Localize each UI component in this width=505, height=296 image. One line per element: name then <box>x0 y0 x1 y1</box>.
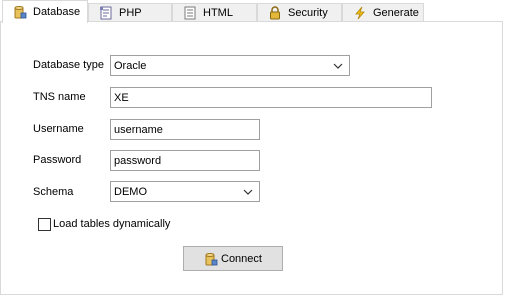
database-icon <box>204 252 218 266</box>
html-icon <box>183 6 197 20</box>
db-type-select[interactable]: Oracle <box>110 55 350 76</box>
tab-security-label: Security <box>288 7 328 19</box>
username-value: username <box>114 123 163 136</box>
tab-generate[interactable]: Generate <box>342 3 424 22</box>
connect-button-label: Connect <box>221 252 262 265</box>
tab-database-label: Database <box>33 6 81 18</box>
schema-select[interactable]: DEMO <box>110 181 260 202</box>
db-type-label: Database type <box>33 59 104 71</box>
database-icon <box>13 5 27 19</box>
tab-html[interactable]: HTML <box>172 3 257 22</box>
password-value: password <box>114 154 162 167</box>
tab-security[interactable]: Security <box>257 3 342 22</box>
connect-button[interactable]: Connect <box>183 246 283 271</box>
username-input[interactable]: username <box>110 119 260 140</box>
username-label: Username <box>33 123 84 135</box>
tns-label: TNS name <box>33 91 86 103</box>
tab-php-label: PHP <box>119 7 142 19</box>
chevron-down-icon <box>333 61 343 71</box>
tns-input[interactable]: XE <box>110 87 432 108</box>
load-tables-label: Load tables dynamically <box>53 218 171 230</box>
php-icon <box>99 6 113 20</box>
load-tables-checkbox[interactable] <box>38 218 51 231</box>
schema-value: DEMO <box>114 185 147 198</box>
tab-generate-label: Generate <box>373 7 419 19</box>
tab-php[interactable]: PHP <box>88 3 172 22</box>
db-type-value: Oracle <box>114 59 147 72</box>
password-input[interactable]: password <box>110 150 260 171</box>
lightning-icon <box>353 6 367 20</box>
tns-value: XE <box>114 91 129 104</box>
password-label: Password <box>33 154 82 166</box>
schema-label: Schema <box>33 186 74 198</box>
tab-html-label: HTML <box>203 7 233 19</box>
lock-icon <box>268 6 282 20</box>
chevron-down-icon <box>243 187 253 197</box>
tab-database[interactable]: Database <box>2 0 88 23</box>
tab-strip: Database PHP HTML Security Generate <box>0 0 505 23</box>
